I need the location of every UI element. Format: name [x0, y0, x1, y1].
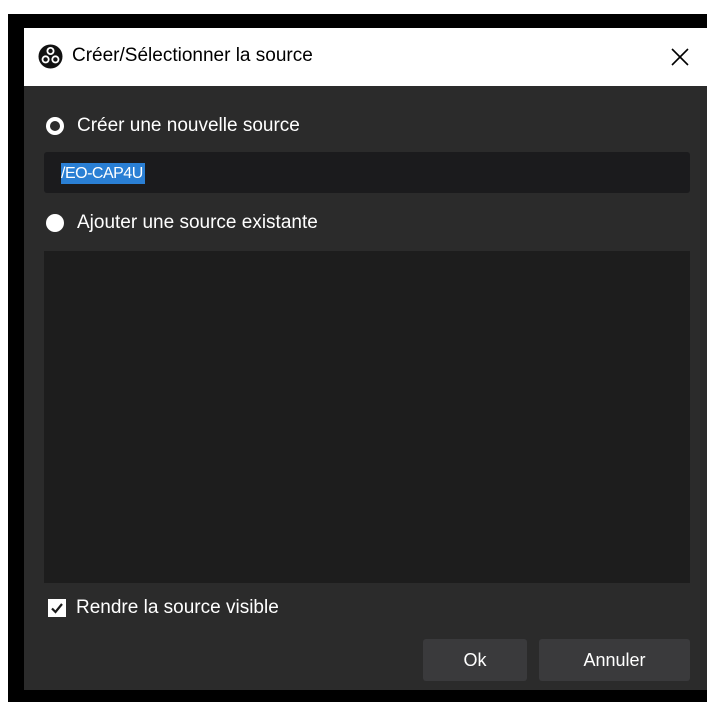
source-name-selected-text[interactable]: /EO-CAP4U — [61, 163, 145, 184]
visible-checkbox-label: Rendre la source visible — [76, 597, 279, 618]
checkmark-icon — [51, 603, 63, 614]
add-existing-radio[interactable] — [46, 214, 64, 232]
existing-sources-list[interactable] — [44, 251, 690, 583]
source-name-input[interactable]: /EO-CAP4U — [44, 152, 690, 193]
create-new-source-option[interactable]: Créer une nouvelle source — [46, 113, 300, 139]
create-new-radio[interactable] — [46, 117, 64, 135]
dialog-title: Créer/Sélectionner la source — [72, 45, 313, 66]
create-new-label: Créer une nouvelle source — [77, 115, 300, 136]
title-bar: Créer/Sélectionner la source — [24, 28, 707, 86]
cancel-button[interactable]: Annuler — [539, 639, 690, 681]
visible-source-option[interactable]: Rendre la source visible — [48, 595, 279, 621]
add-existing-source-option[interactable]: Ajouter une source existante — [46, 210, 318, 236]
visible-checkbox[interactable] — [48, 599, 66, 617]
close-button[interactable] — [665, 42, 695, 72]
ok-button[interactable]: Ok — [423, 639, 527, 681]
close-icon[interactable] — [665, 42, 695, 72]
dialog-content: Créer une nouvelle source /EO-CAP4U Ajou… — [24, 86, 707, 690]
add-existing-label: Ajouter une source existante — [77, 212, 318, 233]
obs-logo-icon — [38, 44, 63, 69]
